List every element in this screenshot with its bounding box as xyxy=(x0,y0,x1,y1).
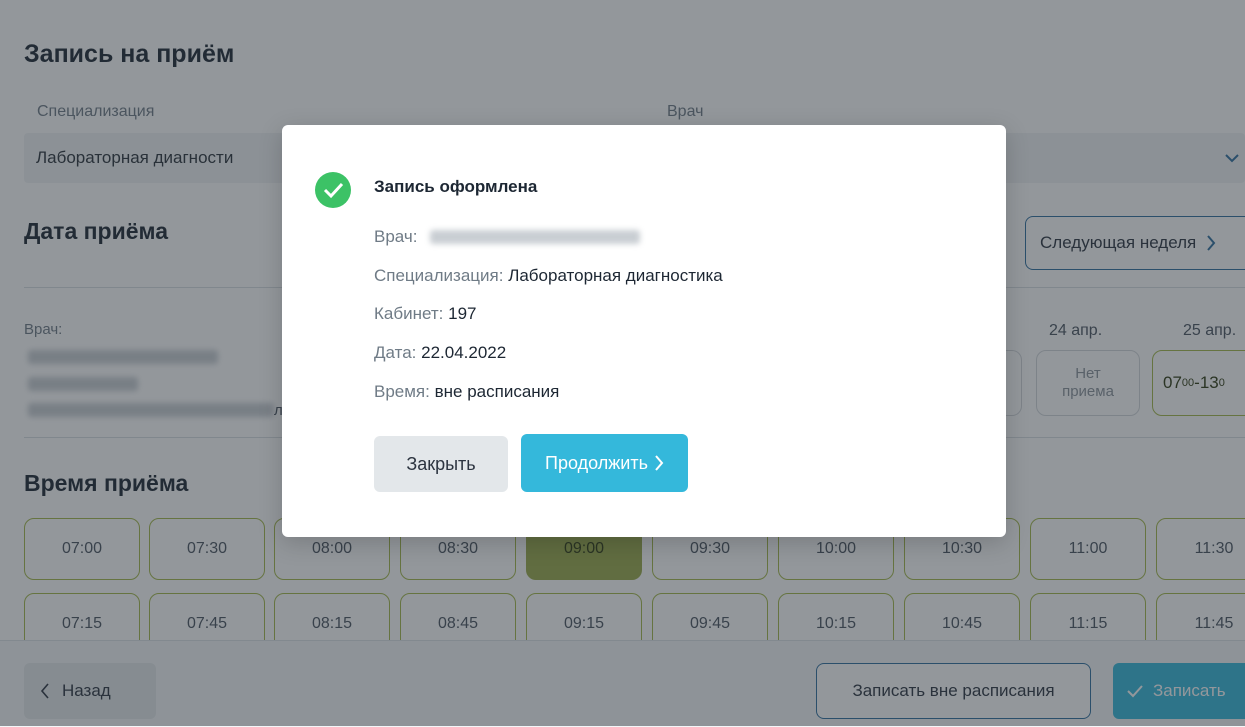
close-button[interactable]: Закрыть xyxy=(374,436,508,492)
dialog-title: Запись оформлена xyxy=(374,177,538,196)
dialog-date-value: 22.04.2022 xyxy=(421,343,507,362)
success-dialog: Запись оформлена Врач: Специализация: Ла… xyxy=(282,125,1006,537)
dialog-time-row: Время: вне расписания xyxy=(374,382,559,402)
continue-label: Продолжить xyxy=(545,452,648,473)
blurred-doctor-name xyxy=(430,230,640,244)
appointment-page: Запись на приём Специализация Врач Лабор… xyxy=(0,0,1245,727)
close-label: Закрыть xyxy=(406,453,476,474)
dialog-doctor-label: Врач: xyxy=(374,227,418,246)
continue-button[interactable]: Продолжить xyxy=(521,434,688,492)
dialog-date-label: Дата: xyxy=(374,343,417,362)
dialog-cabinet-label: Кабинет: xyxy=(374,304,444,323)
dialog-time-value: вне расписания xyxy=(434,382,560,401)
dialog-time-label: Время: xyxy=(374,382,430,401)
dialog-date-row: Дата: 22.04.2022 xyxy=(374,343,506,363)
dialog-specialization-label: Специализация: xyxy=(374,266,504,285)
dialog-cabinet-row: Кабинет: 197 xyxy=(374,304,477,324)
dialog-specialization-value: Лабораторная диагностика xyxy=(508,266,723,285)
check-circle-icon xyxy=(315,172,351,208)
chevron-right-icon xyxy=(655,455,664,471)
dialog-doctor-row: Врач: xyxy=(374,227,640,247)
dialog-specialization-row: Специализация: Лабораторная диагностика xyxy=(374,266,723,286)
dialog-cabinet-value: 197 xyxy=(448,304,477,323)
